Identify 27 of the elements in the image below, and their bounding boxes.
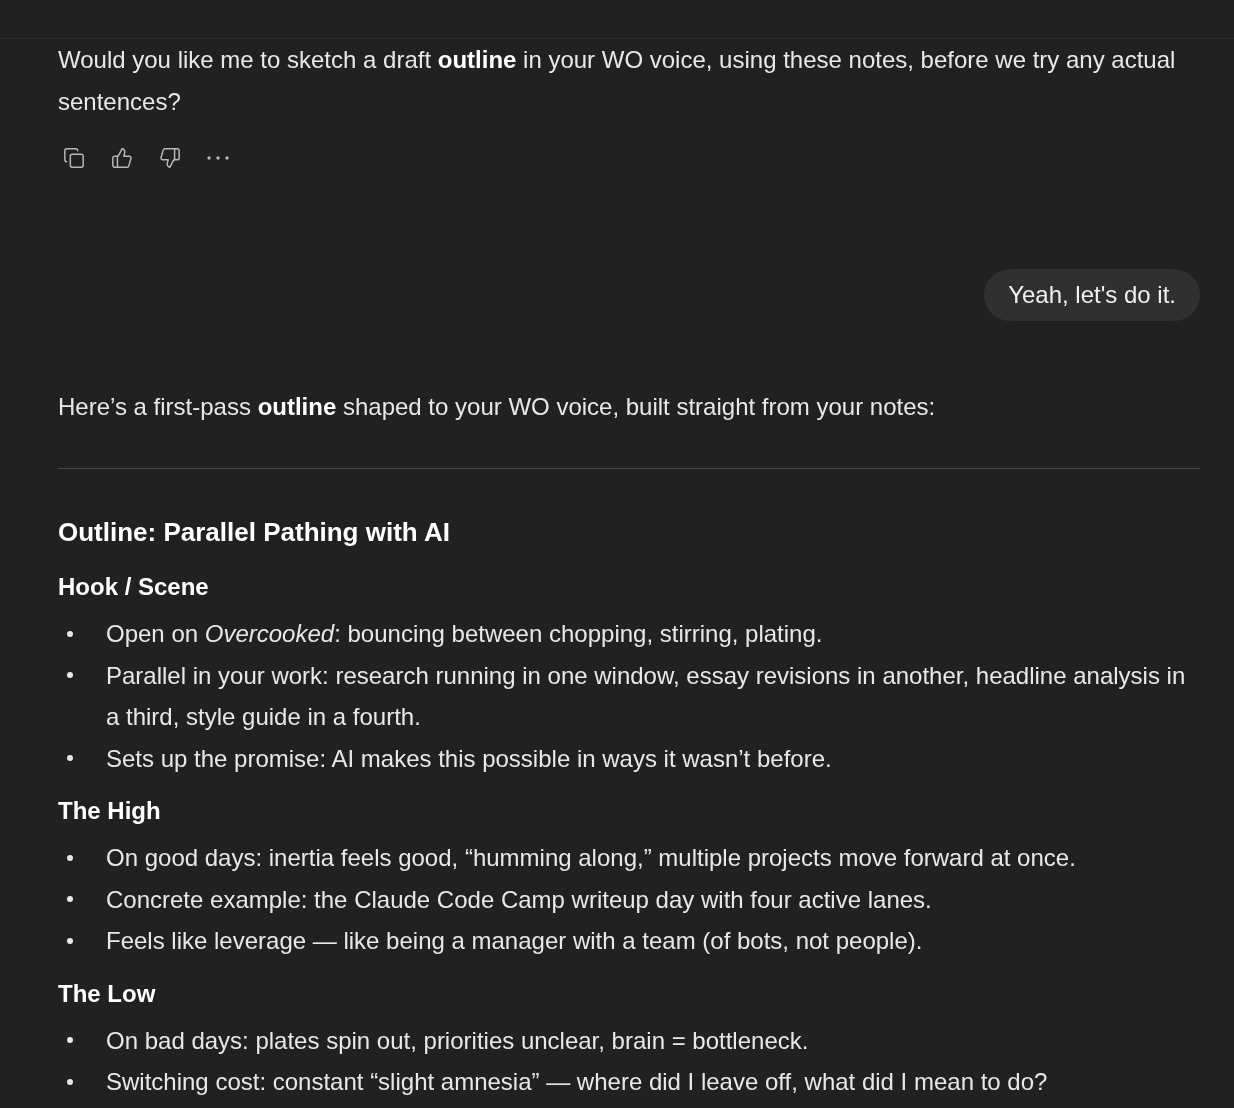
list-item-text: Sets up the promise: AI makes this possible in ways it wasn’t before.	[106, 743, 832, 774]
list-item-text: On good days: inertia feels good, “humming along,” multiple projects move forward at once.	[106, 843, 1076, 873]
list-item-text: Parallel in your work: research running in one window, essay revisions in another, headline analysis in a third, style guide in a fourth.	[106, 660, 1187, 732]
message-paragraph: Here’s a first-pass outline shaped to your WO voice, built straight from your notes:	[58, 392, 937, 422]
list-item-text: Concrete example: the Claude Code Camp writeup day with four active lanes.	[106, 884, 932, 915]
bullet-icon	[67, 854, 73, 861]
bullet-icon	[67, 755, 73, 762]
section-heading: Hook / Scene	[58, 572, 210, 602]
list-item-text: Feels like leverage — like being a manager with a team (of bots, not people).	[106, 926, 923, 956]
thumbs-up-icon	[111, 147, 133, 169]
section-heading: The Low	[58, 978, 157, 1009]
more-icon	[207, 156, 229, 160]
list-item-text: On bad days: plates spin out, priorities unclear, brain = bottleneck.	[106, 1025, 809, 1056]
thumbs-down-icon	[159, 147, 181, 169]
bullet-icon	[67, 1078, 73, 1085]
bullet-icon	[67, 937, 73, 944]
list-item-text: Open on Overcooked: bouncing between chopping, stirring, plating.	[106, 619, 823, 649]
section-heading: The High	[58, 796, 162, 826]
user-message-bubble: Yeah, let's do it.	[984, 269, 1200, 321]
bullet-icon	[67, 672, 73, 679]
message-paragraph: Would you like me to sketch a draft outline in your WO voice, using these notes, before we try any actual sentences?	[58, 45, 1177, 117]
copy-icon	[63, 147, 85, 169]
outline-title: Outline: Parallel Pathing with AI	[58, 516, 451, 548]
bullet-icon	[67, 630, 73, 637]
list-item-text: Switching cost: constant “slight amnesia” — where did I leave off, what did I mean to do?	[106, 1067, 1048, 1097]
bullet-icon	[67, 1037, 73, 1044]
bullet-icon	[67, 896, 73, 903]
